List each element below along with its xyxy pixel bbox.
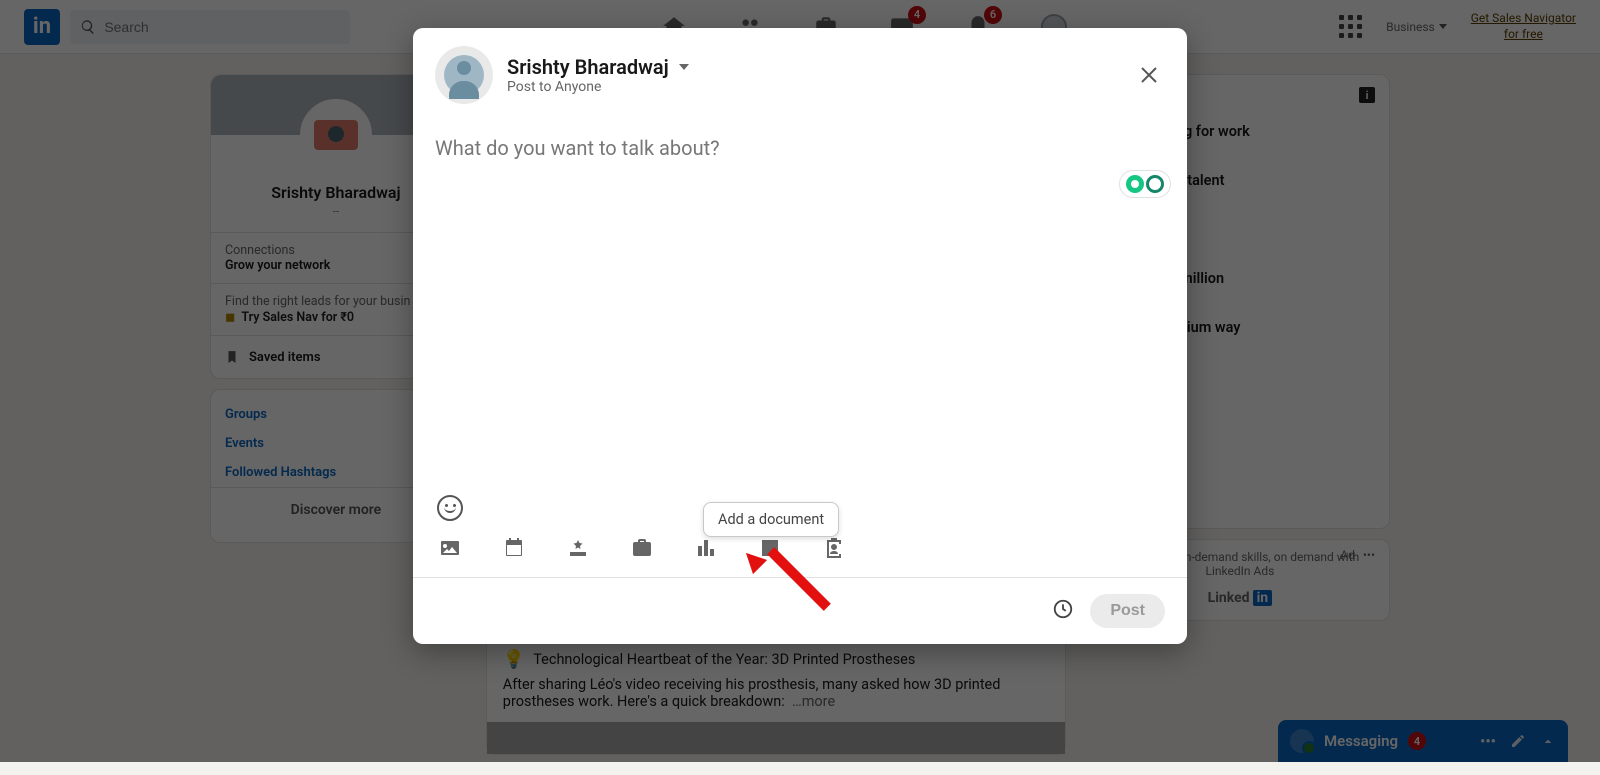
add-event-icon[interactable] [501,537,527,559]
add-hiring-icon[interactable] [821,537,847,559]
modal-audience[interactable]: Post to Anyone [507,79,689,95]
add-document-icon[interactable] [757,537,783,559]
tooltip-add-document: Add a document [703,502,839,537]
caret-down-icon [679,64,689,70]
emoji-picker-button[interactable] [437,495,463,521]
create-post-modal: Srishty Bharadwaj Post to Anyone Add a d… [413,28,1187,644]
assistant-dot-icon [1126,175,1144,193]
modal-author-select[interactable]: Srishty Bharadwaj [507,55,689,79]
add-poll-icon[interactable] [693,537,719,559]
modal-avatar [435,46,493,104]
add-photo-icon[interactable] [437,537,463,559]
media-toolbar: Add a document [413,531,1187,577]
close-button[interactable] [1133,59,1165,91]
modal-footer: Post [413,577,1187,644]
add-job-icon[interactable] [629,537,655,559]
grammarly-icon [1146,175,1164,193]
celebrate-icon[interactable] [565,537,591,559]
modal-header: Srishty Bharadwaj Post to Anyone [413,28,1187,110]
schedule-button[interactable] [1052,598,1074,624]
post-body [413,110,1187,495]
post-button[interactable]: Post [1090,594,1165,628]
post-textarea[interactable] [435,136,1165,469]
grammarly-widget[interactable] [1119,170,1171,198]
